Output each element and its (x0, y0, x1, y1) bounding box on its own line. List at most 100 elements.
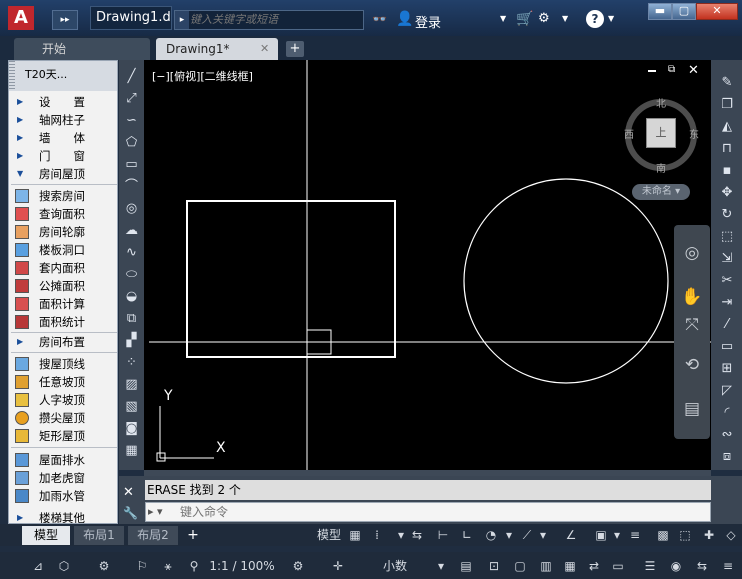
zoom-extents-icon[interactable]: ⤧ (678, 311, 706, 339)
tool-inner-area[interactable]: 套内面积 (9, 259, 117, 277)
tool-search-roof-lines[interactable]: 搜屋顶线 (9, 355, 117, 373)
auto-scale-icon[interactable]: ⚲ (184, 556, 204, 576)
steering-wheel-icon[interactable]: ◎ (678, 239, 706, 267)
help-button[interactable]: ? (586, 10, 604, 28)
layout-icon[interactable]: ▭ (608, 556, 628, 576)
tool-area-calc[interactable]: 面积计算 (9, 295, 117, 313)
ellipse-icon[interactable]: ⬭ (122, 266, 141, 284)
selection-filter-icon[interactable]: ⚙ (94, 556, 114, 576)
move-icon[interactable]: ✥ (717, 184, 737, 202)
status-menu-icon[interactable]: ≡ (718, 556, 738, 576)
tool-shared-area[interactable]: 公摊面积 (9, 277, 117, 295)
fillet-icon[interactable]: ◜ (717, 404, 737, 422)
tool-rain-pipe[interactable]: 加雨水管 (9, 487, 117, 505)
circle-icon[interactable]: ◎ (122, 200, 141, 218)
copy-icon[interactable]: ❐ (717, 96, 737, 114)
scale-icon[interactable]: ⬚ (717, 228, 737, 246)
explode-icon[interactable]: ⧈ (717, 448, 737, 466)
annotation-visibility-icon[interactable]: ⚹ (158, 556, 178, 576)
arc-icon[interactable]: ⌒ (122, 178, 141, 196)
customization-icon[interactable]: ⇆ (692, 556, 712, 576)
selection-cycling-icon[interactable]: ⬚ (676, 526, 694, 544)
customize-icon[interactable]: 🔧 (123, 506, 138, 520)
mirror-icon[interactable]: ◭ (717, 118, 737, 136)
user-icon[interactable]: 👤 (396, 11, 413, 27)
binoculars-icon[interactable]: 👓 (372, 12, 387, 26)
viewcube-top-face[interactable]: 上 (646, 118, 676, 148)
compass-north-label[interactable]: 北 (656, 95, 666, 110)
transparency-icon[interactable]: ▩ (654, 526, 672, 544)
tool-rect-roof[interactable]: 矩形屋顶 (9, 427, 117, 445)
hatch-icon[interactable]: ▨ (122, 376, 141, 394)
close-button[interactable]: ✕ (696, 3, 738, 20)
isometric-icon[interactable]: ⟋ (518, 526, 536, 544)
grid-icon[interactable]: ▦ (346, 526, 364, 544)
tab-start[interactable]: 开始 (14, 38, 150, 60)
category-axis-columns[interactable]: ▶ 轴网柱子 (9, 111, 117, 129)
quick-properties-icon[interactable]: ▤ (456, 556, 476, 576)
minimize-button[interactable]: ▬ (648, 3, 672, 20)
tab-model[interactable]: 模型 (22, 526, 70, 545)
ortho-icon[interactable]: ∟ (458, 526, 476, 544)
compass-east-label[interactable]: 东 (689, 126, 699, 141)
category-settings[interactable]: ▶ 设 置 (9, 93, 117, 111)
lineweight-icon[interactable]: ≡ (626, 526, 644, 544)
clean-screen-icon[interactable]: ▦ (560, 556, 580, 576)
chevron-down-icon[interactable]: ▾ (612, 526, 622, 544)
chevron-down-icon[interactable]: ▼ (500, 14, 506, 23)
tool-roof-drainage[interactable]: 屋面排水 (9, 451, 117, 469)
tab-drawing1[interactable]: Drawing1* ✕ (156, 38, 278, 60)
pan-hand-icon[interactable]: ✋ (678, 283, 706, 311)
recent-commands-icon[interactable]: ▸ ▾ (148, 504, 176, 520)
quick-access-toolbar-button[interactable]: ▸▸ (52, 10, 78, 30)
region-icon[interactable]: ◙ (122, 420, 141, 438)
dynamic-input-icon[interactable]: ⊢ (434, 526, 452, 544)
erase-icon[interactable]: ✎ (717, 74, 737, 92)
exchange-icon[interactable]: ⚙ (538, 11, 550, 26)
properties-icon[interactable]: ☰ (640, 556, 660, 576)
spline-icon[interactable]: ∿ (122, 244, 141, 262)
model-space-button[interactable]: 模型 (314, 526, 344, 544)
tool-search-rooms[interactable]: 搜索房间 (9, 187, 117, 205)
array-icon[interactable]: ▪ (717, 162, 737, 180)
orbit-icon[interactable]: ⟲ (678, 351, 706, 379)
chevron-down-icon[interactable]: ▾ (396, 526, 406, 544)
login-button[interactable]: 登录 (415, 12, 441, 31)
compass-west-label[interactable]: 西 (624, 126, 634, 141)
annotation-monitor-plus-icon[interactable]: ✛ (328, 556, 348, 576)
tab-layout2[interactable]: 布局2 (128, 526, 178, 545)
maximize-button[interactable]: ▢ (672, 3, 696, 20)
isolate-objects-icon[interactable]: ▢ (510, 556, 530, 576)
tool-gable-roof[interactable]: 人字坡顶 (9, 391, 117, 409)
rotate-icon[interactable]: ↻ (717, 206, 737, 224)
category-rooms-roofs[interactable]: ▼ 房间屋顶 (9, 165, 117, 183)
insert-block-icon[interactable]: ⧉ (122, 310, 141, 328)
palette-grip-handle[interactable] (9, 61, 15, 91)
extend-icon[interactable]: ⇥ (717, 294, 737, 312)
rectangle-icon[interactable]: ▭ (122, 156, 141, 174)
chevron-down-icon[interactable]: ▾ (504, 526, 514, 544)
tab-layout1[interactable]: 布局1 (74, 526, 124, 545)
trim-icon[interactable]: ✂ (717, 272, 737, 290)
rectangle-entity[interactable] (186, 200, 396, 358)
category-walls[interactable]: ▶ 墙 体 (9, 129, 117, 147)
lock-ui-icon[interactable]: ⊡ (484, 556, 504, 576)
annotation-scale[interactable]: 1:1 / 100% (206, 556, 278, 576)
circle-entity[interactable] (463, 178, 669, 384)
3d-osnap-icon[interactable]: ◇ (722, 526, 740, 544)
object-snap-tracking-icon[interactable]: ∠ (562, 526, 580, 544)
category-stairs-other[interactable]: ▶ 楼梯其他 (9, 509, 117, 523)
tool-pyramid-roof[interactable]: 攒尖屋顶 (9, 409, 117, 427)
hardware-acceleration-icon[interactable]: ⇄ (584, 556, 604, 576)
3d-object-snap-icon[interactable]: ⬡ (54, 556, 74, 576)
add-layout-button[interactable]: + (184, 526, 202, 545)
category-room-layout[interactable]: ▶ 房间布置 (9, 333, 117, 351)
wcs-menu[interactable]: 未命名 ▾ (632, 184, 690, 200)
search-input[interactable] (190, 12, 360, 28)
blend-curves-icon[interactable]: ∾ (717, 426, 737, 444)
offset-icon[interactable]: ⊓ (717, 140, 737, 158)
break-icon[interactable]: ▭ (717, 338, 737, 356)
viewport-restore-icon[interactable]: ⧉ (668, 64, 675, 75)
point-icon[interactable]: ⁘ (122, 354, 141, 372)
showmotion-icon[interactable]: ▤ (678, 395, 706, 423)
